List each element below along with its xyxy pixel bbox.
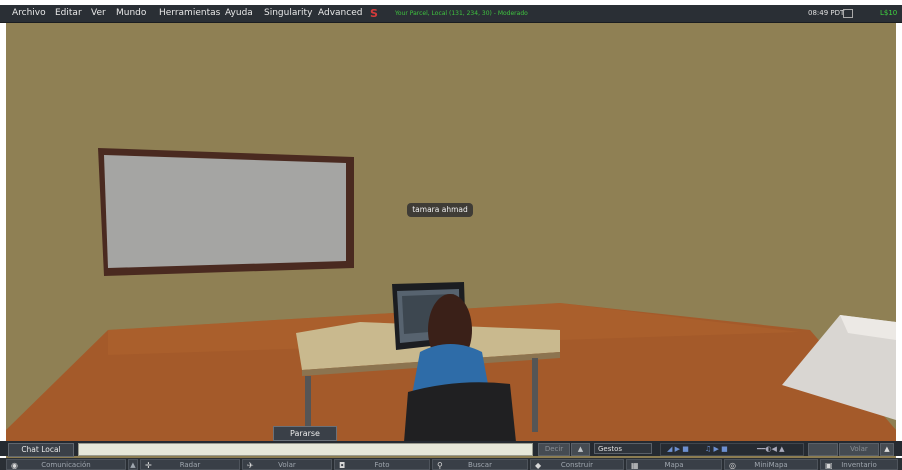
whiteboard <box>104 155 346 268</box>
stand-up-button[interactable]: Pararse <box>273 426 337 441</box>
toolbar-minimap[interactable]: ◎ MiniMapa <box>724 459 818 470</box>
fly-icon: ✈ <box>247 461 254 470</box>
mini-box-icon[interactable] <box>843 9 853 18</box>
toolbar-build[interactable]: ◆ Construir <box>530 459 624 470</box>
gestures-select[interactable]: Gestos <box>594 443 652 454</box>
world-viewport[interactable] <box>0 0 902 470</box>
camera-controls-icon[interactable] <box>808 443 838 456</box>
toolbar-communicate-arrow[interactable]: ▲ <box>128 459 138 470</box>
minimap-icon: ◎ <box>729 461 736 470</box>
media-play-icon[interactable]: ◢ ▶ ■ <box>667 445 689 453</box>
clock: 08:49 PDT <box>808 9 845 17</box>
viewer-window: Archivo Editar Ver Mundo Herramientas Ay… <box>0 0 902 470</box>
chat-bar: Chat Local Decir ▲ Gestos ◢ ▶ ■ ♫ ▶ ■ ━━… <box>0 441 902 457</box>
toolbar-map[interactable]: ▦ Mapa <box>626 459 722 470</box>
chat-input[interactable] <box>78 443 533 456</box>
balance[interactable]: L$10 <box>880 9 897 17</box>
media-music-icon[interactable]: ♫ ▶ ■ <box>705 445 728 453</box>
chat-bubble-icon: ◉ <box>11 461 18 470</box>
inventory-icon: ▣ <box>825 461 833 470</box>
up-arrow-icon[interactable]: ▲ <box>880 443 894 456</box>
volume-slider-icon[interactable]: ━━◐◀ ▲ <box>757 445 785 453</box>
menu-archivo[interactable]: Archivo <box>12 8 46 18</box>
toolbar-fly[interactable]: ✈ Volar <box>242 459 332 470</box>
parcel-info[interactable]: Your Parcel, Local (131, 234, 30) - Mode… <box>395 10 528 17</box>
radar-icon: ✛ <box>145 461 152 470</box>
map-icon: ▦ <box>631 461 639 470</box>
menu-mundo[interactable]: Mundo <box>116 8 146 18</box>
menu-herramientas[interactable]: Herramientas <box>159 8 220 18</box>
toolbar-radar[interactable]: ✛ Radar <box>140 459 240 470</box>
build-icon: ◆ <box>535 461 542 470</box>
menu-editar[interactable]: Editar <box>55 8 82 18</box>
singularity-logo-icon: S <box>370 7 378 20</box>
toolbar-communicate[interactable]: ◉ Comunicación <box>6 459 126 470</box>
avatar-name-tag: tamara ahmad <box>407 203 473 217</box>
toolbar-snapshot[interactable]: ◘ Foto <box>334 459 430 470</box>
menu-advanced[interactable]: Advanced <box>318 8 362 18</box>
camera-icon: ◘ <box>339 461 346 470</box>
chair <box>404 382 516 442</box>
desk-leg-left <box>305 376 311 431</box>
bottom-toolbar: ◉ Comunicación ▲ ✛ Radar ✈ Volar ◘ Foto ⚲ Bus… <box>0 458 902 470</box>
toolbar-search[interactable]: ⚲ Buscar <box>432 459 528 470</box>
fly-button[interactable]: Volar <box>839 443 879 456</box>
menu-ver[interactable]: Ver <box>91 8 106 18</box>
menu-ayuda[interactable]: Ayuda <box>225 8 253 18</box>
media-controls[interactable]: ◢ ▶ ■ ♫ ▶ ■ ━━◐◀ ▲ <box>660 443 804 456</box>
search-icon: ⚲ <box>437 461 443 470</box>
toolbar-inventory[interactable]: ▣ Inventario <box>820 459 898 470</box>
say-button[interactable]: Decir <box>538 443 570 456</box>
menu-singularity[interactable]: Singularity <box>264 8 312 18</box>
chat-local-button[interactable]: Chat Local <box>8 443 74 457</box>
desk-leg-right <box>532 358 538 432</box>
menu-bar: Archivo Editar Ver Mundo Herramientas Ay… <box>0 5 902 23</box>
gestures-arrow-icon[interactable]: ▲ <box>571 443 590 456</box>
